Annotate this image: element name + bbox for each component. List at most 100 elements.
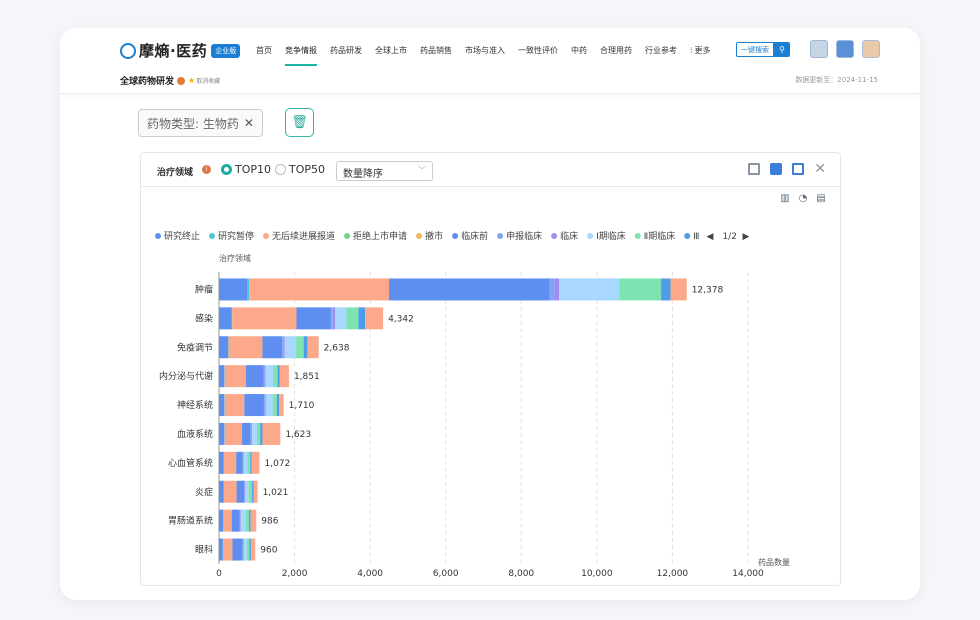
bar-segment xyxy=(265,394,273,417)
bar-segment xyxy=(231,307,233,330)
star-icon[interactable]: ★ xyxy=(188,76,195,85)
nav-item-7[interactable]: 中药 xyxy=(571,45,587,66)
bar-segment xyxy=(243,538,247,561)
x-tick-label: 4,000 xyxy=(357,569,383,579)
nav-item-1[interactable]: 竞争情报 xyxy=(285,45,317,66)
bar-segment xyxy=(250,538,256,561)
unfavorite-link[interactable]: 取消收藏 xyxy=(196,76,220,85)
update-date: 数据更新至：2024-11-15 xyxy=(795,76,878,84)
nav-item-4[interactable]: 药品销售 xyxy=(420,45,452,66)
legend-pager: 1/2 xyxy=(722,232,736,242)
close-icon[interactable]: ✕ xyxy=(244,116,254,130)
pager-next-icon: ▶ xyxy=(742,232,749,242)
main-card: 摩熵·医药 企业版 首页 竞争情报 药品研发 全球上市 药品销售 市场与准入 一致性评价 中药… xyxy=(60,28,920,600)
bar-segment xyxy=(250,509,257,532)
legend-marker xyxy=(155,233,161,239)
x-tick-label: 12,000 xyxy=(657,569,689,579)
bar-segment xyxy=(219,307,232,330)
legend-marker xyxy=(452,233,459,239)
nav-item-label: 竞争情报 xyxy=(285,46,317,55)
chart-panel: 治疗领域 i TOP10 TOP50 数量降序 ﹀ ✕ ▥ ◔ ▤ 研究终止 研… xyxy=(140,152,841,586)
bar-segment xyxy=(224,394,245,417)
bar-segment xyxy=(619,278,662,301)
info-icon[interactable] xyxy=(177,76,186,85)
legend-marker xyxy=(551,233,558,239)
nav-item-5[interactable]: 市场与准入 xyxy=(465,45,505,66)
nav-item-6[interactable]: 一致性评价 xyxy=(518,45,558,66)
bar-segment xyxy=(253,480,258,503)
bar-segment xyxy=(247,451,251,474)
brand-logo[interactable]: 摩熵·医药 企业版 xyxy=(120,40,241,61)
data-label: 1,021 xyxy=(263,488,289,498)
legend-item: Ⅲ xyxy=(693,232,699,242)
bar-segment xyxy=(661,278,671,301)
legend-item: 研究终止 xyxy=(164,230,200,242)
nav-item-label: 合理用药 xyxy=(600,46,632,55)
document-icon[interactable] xyxy=(836,40,854,58)
nav-item-8[interactable]: 合理用药 xyxy=(600,45,632,66)
bar-segment xyxy=(262,336,283,359)
header-icons xyxy=(810,40,880,58)
bar-segment xyxy=(219,538,223,561)
bar-segment xyxy=(244,394,264,417)
x-tick-label: 14,000 xyxy=(732,569,764,579)
bar-segment xyxy=(296,307,331,330)
legend-item: Ⅰ期临床 xyxy=(596,230,626,242)
search-icon[interactable]: ⚲ xyxy=(774,42,790,57)
x-tick-label: 8,000 xyxy=(508,569,534,579)
bar-segment xyxy=(272,394,277,417)
y-tick-label: 胃肠道系统 xyxy=(168,515,213,527)
bar-segment xyxy=(365,307,384,330)
bar-segment xyxy=(279,365,289,388)
legend-marker xyxy=(587,233,594,239)
bar-segment xyxy=(232,538,243,561)
trash-button[interactable]: 🗑 xyxy=(285,108,314,137)
bar-segment xyxy=(264,394,266,417)
bar-segment xyxy=(389,278,550,301)
vip-icon[interactable] xyxy=(810,40,828,58)
bar-segment xyxy=(307,336,319,359)
quick-search[interactable]: 一键搜索 ⚲ xyxy=(736,42,790,57)
brand-badge: 企业版 xyxy=(211,43,241,58)
filter-tag-label: 药物类型: 生物药 xyxy=(147,116,239,131)
nav-item-9[interactable]: 行业参考 xyxy=(645,45,677,66)
bar-segment xyxy=(232,307,297,330)
nav-item-label: 中药 xyxy=(571,46,587,55)
nav-item-label: 行业参考 xyxy=(645,46,677,55)
quick-search-button[interactable]: 一键搜索 xyxy=(736,42,774,57)
stacked-bar-chart: 研究终止 研究暂停 无后续进展报道 拒绝上市申请 撤市 临床前 申报临床 临床 Ⅰ期临床 Ⅱ期临床… xyxy=(155,230,790,579)
x-tick-label: 2,000 xyxy=(282,569,308,579)
filter-tag[interactable]: 药物类型: 生物药 ✕ xyxy=(138,109,263,137)
bar-segment xyxy=(249,509,251,532)
data-label: 986 xyxy=(261,517,278,527)
nav-item-10[interactable]: ⁞ 更多 xyxy=(690,45,711,66)
bar-segment xyxy=(332,307,336,330)
logo-icon xyxy=(120,42,136,59)
data-label: 4,342 xyxy=(388,314,414,324)
bar-segment xyxy=(239,509,241,532)
nav-item-3[interactable]: 全球上市 xyxy=(375,45,407,66)
bar-segment xyxy=(335,307,347,330)
bar-segment xyxy=(559,278,620,301)
legend-item: 临床前 xyxy=(461,230,488,242)
grid-icon: ⁞ xyxy=(690,46,693,55)
bar-segment xyxy=(219,509,224,532)
legend-item: 拒绝上市申请 xyxy=(353,230,407,242)
data-label: 2,638 xyxy=(324,343,350,353)
nav-item-0[interactable]: 首页 xyxy=(256,45,272,66)
bar-segment xyxy=(282,336,284,359)
trash-icon: 🗑 xyxy=(291,115,308,130)
bar-segment xyxy=(251,422,253,445)
nav-item-2[interactable]: 药品研发 xyxy=(330,45,362,66)
bar-segment xyxy=(243,451,248,474)
data-label: 1,072 xyxy=(265,459,291,469)
bar-segment xyxy=(273,365,278,388)
x-tick-label: 6,000 xyxy=(433,569,459,579)
bar-segment xyxy=(223,480,237,503)
avatar[interactable] xyxy=(862,40,880,58)
bar-segment xyxy=(256,422,261,445)
y-tick-label: 感染 xyxy=(195,312,213,324)
bar-segment xyxy=(245,365,264,388)
data-label: 1,710 xyxy=(289,401,315,411)
legend-marker xyxy=(416,233,423,239)
